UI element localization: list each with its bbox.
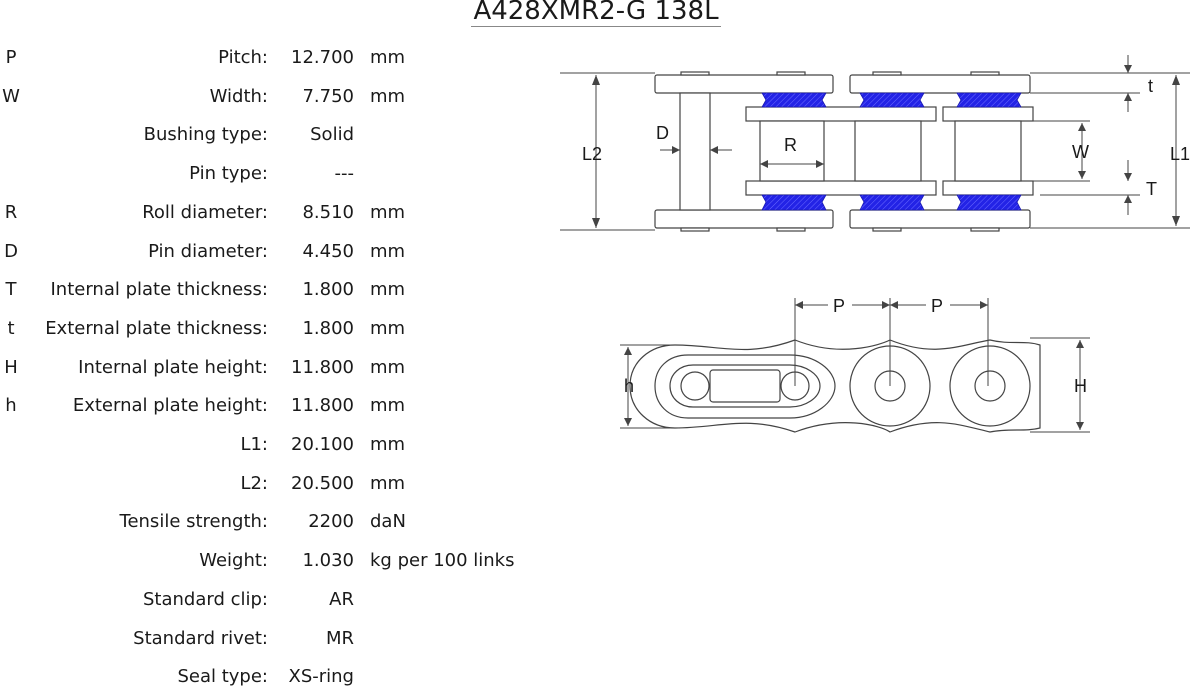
spec-label: Internal plate height: <box>78 356 268 378</box>
spec-row-roll-diameter: R Roll diameter: 8.510 mm <box>0 194 540 232</box>
spec-label: L2: <box>240 472 268 494</box>
spec-unit: mm <box>370 472 406 494</box>
spec-value: 7.750 <box>302 85 354 107</box>
spec-label: Internal plate thickness: <box>50 279 269 301</box>
spec-unit: kg per 100 links <box>370 550 515 572</box>
spec-label: Pin diameter: <box>148 240 268 262</box>
label-h: h <box>624 376 634 396</box>
spec-value: MR <box>325 627 354 649</box>
product-title: A428XMR2-G 138L <box>0 0 1192 27</box>
spec-value: 8.510 <box>302 201 354 223</box>
spec-label: Standard rivet: <box>133 627 268 649</box>
spec-unit: mm <box>370 85 406 107</box>
spec-value: 2200 <box>308 511 354 533</box>
spec-label: External plate thickness: <box>45 317 268 339</box>
spec-unit: mm <box>370 201 406 223</box>
spec-value: 20.100 <box>291 434 354 455</box>
spec-symbol: R <box>4 201 18 223</box>
spec-value: 12.700 <box>291 47 354 68</box>
spec-row-tensile-strength: Tensile strength: 2200 daN <box>0 503 540 541</box>
spec-value: Solid <box>310 124 354 146</box>
spec-row-standard-rivet: Standard rivet: MR <box>0 620 540 658</box>
label-t: t <box>1148 76 1153 96</box>
label-t-capital: T <box>1146 179 1157 199</box>
spec-value: 1.800 <box>302 317 354 339</box>
spec-label: Standard clip: <box>143 588 268 610</box>
spec-value: --- <box>334 163 355 185</box>
spec-label: Tensile strength: <box>119 511 268 533</box>
spec-row-seal-type: Seal type: XS-ring <box>0 658 540 696</box>
spec-unit: mm <box>370 356 406 378</box>
label-d: D <box>656 123 669 143</box>
spec-row-standard-clip: Standard clip: AR <box>0 581 540 619</box>
spec-unit: mm <box>370 317 406 339</box>
spec-unit: mm <box>370 279 406 301</box>
spec-label: Bushing type: <box>143 124 268 146</box>
label-p-2: P <box>931 296 943 316</box>
label-l2: L2 <box>582 144 602 164</box>
spec-label: External plate height: <box>72 395 268 417</box>
spec-unit: daN <box>370 511 406 533</box>
spec-symbol: P <box>5 47 17 68</box>
spec-unit: mm <box>370 240 406 262</box>
spec-row-bushing-type: Bushing type: Solid <box>0 116 540 154</box>
spec-value: XS-ring <box>288 666 355 688</box>
spec-label: L1: <box>240 434 268 455</box>
spec-row-l2: L2: 20.500 mm <box>0 465 540 503</box>
spec-row-internal-plate-thickness: T Internal plate thickness: 1.800 mm <box>0 271 540 309</box>
spec-symbol: W <box>2 85 20 107</box>
spec-value: 1.030 <box>302 550 354 572</box>
label-r: R <box>784 135 797 155</box>
label-w: W <box>1072 142 1089 162</box>
spec-value: 11.800 <box>291 356 354 378</box>
spec-row-pitch: P Pitch: 12.700 mm <box>0 39 540 77</box>
spec-row-width: W Width: 7.750 mm <box>0 78 540 116</box>
spec-row-pin-diameter: D Pin diameter: 4.450 mm <box>0 233 540 271</box>
spec-unit: mm <box>370 395 406 417</box>
spec-row-weight: Weight: 1.030 kg per 100 links <box>0 542 540 580</box>
spec-value: AR <box>329 588 354 610</box>
spec-unit: mm <box>370 434 406 455</box>
chain-top-view-diagram: t D L2 R W L1 T <box>560 55 1190 232</box>
spec-value: 20.500 <box>291 472 354 494</box>
spec-row-pin-type: Pin type: --- <box>0 155 540 193</box>
spec-unit: mm <box>370 47 406 68</box>
spec-row-external-plate-thickness: t External plate thickness: 1.800 mm <box>0 310 540 348</box>
spec-row-external-plate-height: h External plate height: 11.800 mm <box>0 387 540 425</box>
spec-row-l1: L1: 20.100 mm <box>0 426 540 464</box>
spec-label: Roll diameter: <box>142 201 268 223</box>
label-h-capital: H <box>1074 376 1087 396</box>
spec-label: Pitch: <box>218 47 268 68</box>
spec-symbol: H <box>4 356 18 378</box>
spec-symbol: h <box>5 395 17 417</box>
spec-symbol: D <box>4 240 18 262</box>
spec-label: Width: <box>209 85 268 107</box>
spec-symbol: T <box>5 279 17 301</box>
spec-label: Pin type: <box>189 163 268 185</box>
chain-side-view-diagram: P P h H <box>620 296 1090 433</box>
spec-value: 1.800 <box>302 279 354 301</box>
spec-symbol: t <box>7 317 15 339</box>
spec-value: 11.800 <box>291 395 354 417</box>
spec-label: Seal type: <box>177 666 268 688</box>
spec-value: 4.450 <box>302 240 354 262</box>
spec-label: Weight: <box>199 550 268 572</box>
label-p-1: P <box>833 296 845 316</box>
spec-row-internal-plate-height: H Internal plate height: 11.800 mm <box>0 349 540 387</box>
label-l1: L1 <box>1170 144 1190 164</box>
